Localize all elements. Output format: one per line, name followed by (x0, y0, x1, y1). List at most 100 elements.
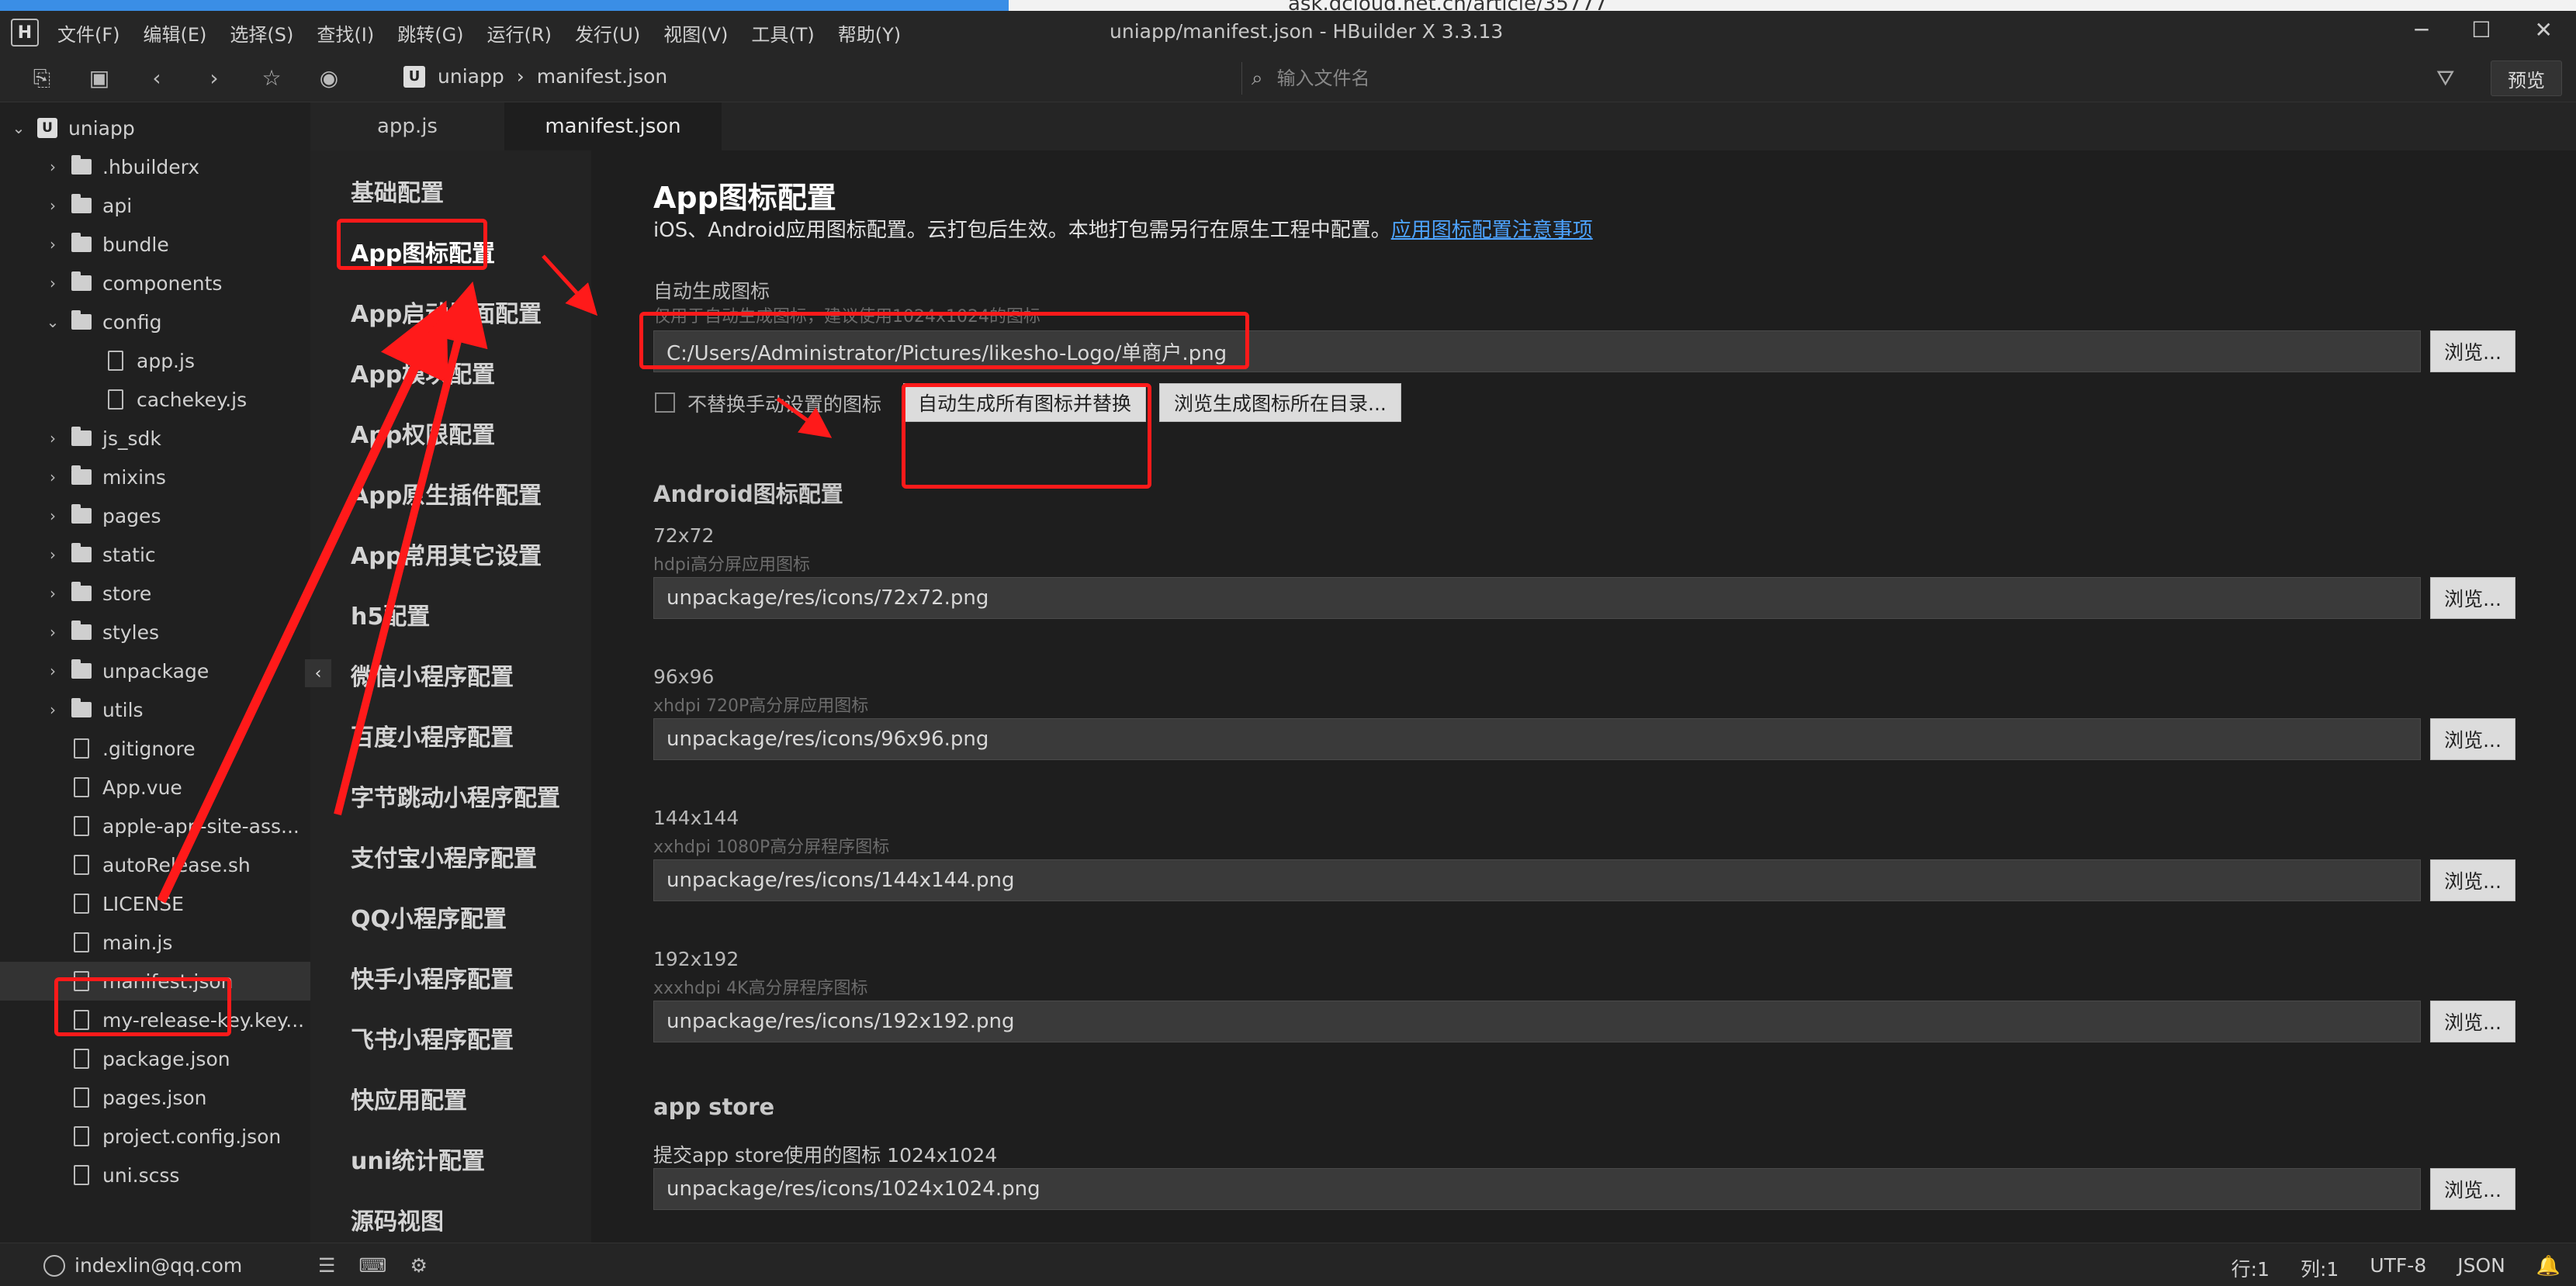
search-input[interactable] (1276, 67, 2053, 89)
tab-app-js[interactable]: app.js (310, 102, 504, 150)
auto-icon-browse-button[interactable]: 浏览... (2430, 330, 2515, 372)
tree-item[interactable]: App.vue (0, 768, 310, 807)
nav-item[interactable]: App权限配置 (351, 416, 495, 450)
tree-item[interactable]: › .hbuilderx (0, 147, 310, 186)
nav-item[interactable]: App原生插件配置 (351, 476, 542, 510)
nav-item[interactable]: 字节跳动小程序配置 (351, 779, 560, 813)
icon-192-browse-button[interactable]: 浏览... (2430, 1001, 2515, 1042)
icon-shape (71, 659, 92, 679)
tree-item[interactable]: › mixins (0, 458, 310, 496)
tree-item[interactable]: › components (0, 264, 310, 302)
bell-icon[interactable]: 🔔 (2536, 1254, 2560, 1282)
tree-item[interactable]: package.json (0, 1039, 310, 1078)
nav-item[interactable]: App启动界面配置 (351, 295, 542, 329)
nav-item[interactable]: 飞书小程序配置 (351, 1021, 514, 1055)
tree-item[interactable]: › static (0, 535, 310, 574)
tree-item[interactable]: › styles (0, 613, 310, 652)
nav-item[interactable]: 基础配置 (351, 174, 444, 208)
tree-item[interactable]: › bundle (0, 225, 310, 264)
tree-item[interactable]: › store (0, 574, 310, 613)
icon-96-browse-button[interactable]: 浏览... (2430, 718, 2515, 760)
nav-item[interactable]: 支付宝小程序配置 (351, 839, 537, 873)
nav-item[interactable]: h5配置 (351, 597, 430, 631)
menu-help[interactable]: 帮助(Y) (838, 19, 901, 47)
tree-item[interactable]: main.js (0, 923, 310, 962)
nav-item[interactable]: App常用其它设置 (351, 537, 542, 571)
language-mode[interactable]: JSON (2457, 1254, 2505, 1282)
nav-item[interactable]: App模块配置 (351, 355, 495, 389)
save-icon[interactable]: ▣ (84, 63, 115, 94)
appstore-browse-button[interactable]: 浏览... (2430, 1168, 2515, 1210)
tree-item-label: App.vue (102, 776, 182, 799)
nav-item[interactable]: uni统计配置 (351, 1142, 485, 1176)
appstore-icon-path-input[interactable] (653, 1168, 2421, 1210)
icon-192-path-input[interactable] (653, 1001, 2421, 1042)
menu-goto[interactable]: 跳转(G) (397, 19, 463, 47)
tree-item[interactable]: › unpackage (0, 652, 310, 690)
tree-item-label: js_sdk (102, 427, 161, 450)
cursor-line[interactable]: 行:1 (2231, 1254, 2270, 1282)
icon-shape (74, 1126, 89, 1146)
tree-item[interactable]: project.config.json (0, 1117, 310, 1156)
icon-72-path-input[interactable] (653, 577, 2421, 619)
menu-run[interactable]: 运行(R) (487, 19, 552, 47)
menu-publish[interactable]: 发行(U) (575, 19, 640, 47)
tree-item[interactable]: apple-app-site-ass... (0, 807, 310, 845)
tree-item[interactable]: autoRelease.sh (0, 845, 310, 884)
preview-button[interactable]: 预览 (2491, 60, 2562, 96)
nav-item[interactable]: 百度小程序配置 (351, 718, 514, 752)
account[interactable]: indexlin@qq.com (43, 1254, 242, 1277)
tree-item[interactable]: ⌄ Uuniapp (0, 109, 310, 147)
tree-item[interactable]: LICENSE (0, 884, 310, 923)
menu-select[interactable]: 选择(S) (230, 19, 293, 47)
nav-item[interactable]: 源码视图 (351, 1202, 444, 1236)
menu-file[interactable]: 文件(F) (57, 19, 120, 47)
close-icon[interactable]: ✕ (2535, 17, 2553, 43)
nav-item[interactable]: 快应用配置 (351, 1081, 467, 1115)
tree-item[interactable]: › pages (0, 496, 310, 535)
browse-icon-dir-button[interactable]: 浏览生成图标所在目录... (1159, 383, 1401, 422)
tree-item[interactable]: uni.scss (0, 1156, 310, 1194)
encoding[interactable]: UTF-8 (2370, 1254, 2426, 1282)
back-icon[interactable]: ‹ (141, 63, 172, 94)
forward-icon[interactable]: › (199, 63, 230, 94)
icon-144-browse-button[interactable]: 浏览... (2430, 859, 2515, 901)
tab-manifest-json[interactable]: manifest.json (504, 102, 722, 150)
nav-item[interactable]: 微信小程序配置 (351, 658, 514, 692)
icon-144-path-input[interactable] (653, 859, 2421, 901)
outline-icon[interactable]: ☰ (318, 1254, 335, 1277)
console-icon[interactable]: ⌨ (358, 1254, 386, 1277)
breadcrumb-project[interactable]: uniapp (438, 65, 504, 88)
nav-item[interactable]: 快手小程序配置 (351, 960, 514, 994)
icon-notes-link[interactable]: 应用图标配置注意事项 (1391, 219, 1593, 242)
new-file-icon[interactable]: ⎘ (26, 63, 57, 94)
icon-96-path-input[interactable] (653, 718, 2421, 760)
tree-item[interactable]: › utils (0, 690, 310, 729)
collapse-nav-icon[interactable]: ‹ (305, 659, 331, 687)
star-icon[interactable]: ☆ (256, 63, 287, 94)
tree-item[interactable]: .gitignore (0, 729, 310, 768)
menu-view[interactable]: 视图(V) (663, 19, 728, 47)
no-replace-checkbox[interactable] (655, 392, 675, 413)
folder-icon (71, 271, 92, 293)
filter-icon[interactable]: ⛛ (2436, 65, 2455, 92)
icon-72-browse-button[interactable]: 浏览... (2430, 577, 2515, 619)
tree-item[interactable]: › api (0, 186, 310, 225)
cursor-col[interactable]: 列:1 (2301, 1254, 2339, 1282)
nav-item[interactable]: QQ小程序配置 (351, 900, 507, 934)
run-icon[interactable]: ◉ (313, 63, 345, 94)
tree-item[interactable]: pages.json (0, 1078, 310, 1117)
maximize-icon[interactable]: ☐ (2471, 17, 2491, 43)
tree-item[interactable]: app.js (0, 341, 310, 380)
tree-item[interactable]: › js_sdk (0, 419, 310, 458)
minimize-icon[interactable]: ─ (2415, 17, 2429, 43)
tree-item[interactable]: cachekey.js (0, 380, 310, 419)
menu-edit[interactable]: 编辑(E) (144, 19, 207, 47)
breadcrumb-file[interactable]: manifest.json (537, 65, 668, 88)
plugin-icon[interactable]: ⚙ (410, 1254, 428, 1277)
tree-item[interactable]: ⌄ config (0, 302, 310, 341)
menu-find[interactable]: 查找(I) (317, 19, 374, 47)
menu-tools[interactable]: 工具(T) (751, 19, 814, 47)
file-icon (71, 894, 92, 914)
page-description: iOS、Android应用图标配置。云打包后生效。本地打包需另行在原生工程中配置… (653, 214, 1593, 243)
